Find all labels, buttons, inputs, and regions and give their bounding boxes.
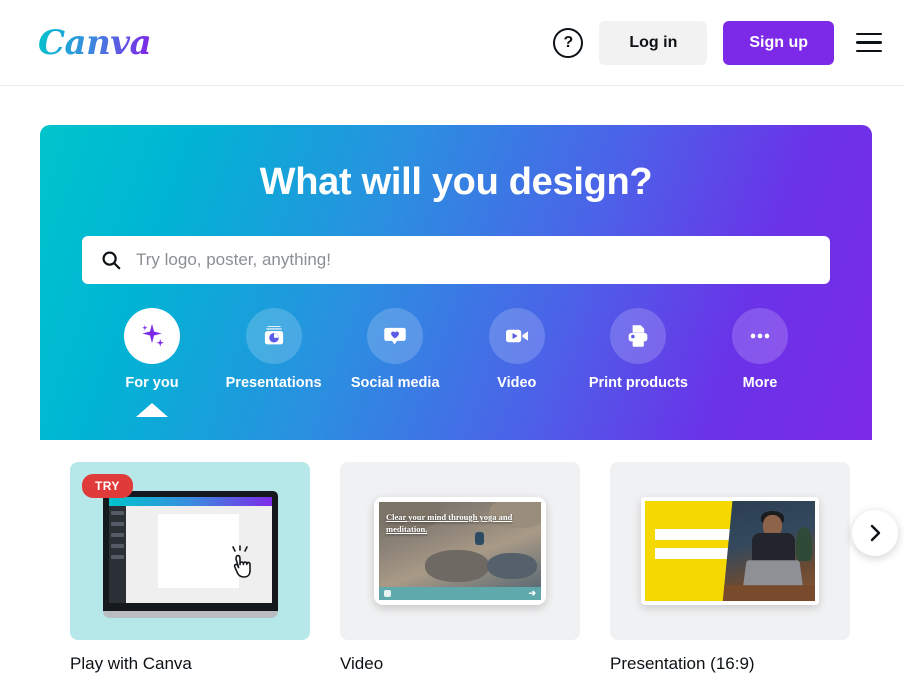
category-label: More [742, 375, 778, 391]
site-header: Canva ? Log in Sign up [0, 0, 904, 86]
chevron-right-icon [870, 524, 880, 542]
hero-banner: What will you design? For you [40, 125, 872, 440]
active-tab-pointer [136, 403, 168, 417]
search-icon [100, 249, 122, 271]
category-presentations[interactable]: Presentations [214, 308, 334, 391]
category-label: Video [497, 375, 537, 391]
login-button[interactable]: Log in [599, 20, 708, 65]
category-label: Print products [588, 375, 688, 391]
template-carousel: TRY Play with Canva Clear your mind thro… [0, 440, 904, 674]
ellipsis-icon [731, 308, 788, 364]
arrow-right-icon: ➜ [528, 588, 536, 598]
artwork-caption: Clear your mind through yoga and meditat… [386, 512, 513, 535]
category-for-you[interactable]: For you [92, 308, 212, 417]
try-badge: TRY [82, 474, 133, 498]
search-bar[interactable] [82, 236, 830, 284]
laptop-illustration [102, 490, 278, 618]
video-template-preview: Clear your mind through yoga and meditat… [374, 497, 546, 605]
help-icon[interactable]: ? [553, 27, 584, 58]
card-label: Video [340, 654, 384, 673]
canva-logo[interactable]: Canva [38, 23, 152, 63]
carousel-next-button[interactable] [852, 510, 898, 556]
category-label: Social media [350, 375, 440, 391]
card-thumbnail[interactable]: Clear your mind through yoga and meditat… [340, 462, 580, 640]
category-nav: For you Presentations Social media Video… [40, 308, 872, 417]
card-label: Play with Canva [70, 654, 192, 673]
video-camera-icon [488, 308, 545, 364]
presentation-template-preview [641, 497, 819, 605]
category-social-media[interactable]: Social media [335, 308, 455, 391]
search-input[interactable] [136, 250, 812, 270]
heart-chat-icon [367, 308, 424, 364]
template-card[interactable]: TRY Play with Canva [70, 462, 310, 674]
template-card[interactable]: Presentation (16:9) [610, 462, 850, 674]
hamburger-menu-icon[interactable] [856, 32, 882, 53]
category-video[interactable]: Video [457, 308, 577, 391]
signup-button[interactable]: Sign up [723, 20, 834, 65]
category-more[interactable]: More [700, 308, 820, 391]
category-label: For you [125, 375, 179, 391]
presentation-icon [245, 308, 302, 364]
sparkle-icon [124, 308, 180, 364]
brand-mark-icon [384, 590, 391, 597]
category-print-products[interactable]: Print products [578, 308, 698, 391]
card-thumbnail[interactable] [610, 462, 850, 640]
card-thumbnail[interactable]: TRY [70, 462, 310, 640]
card-label: Presentation (16:9) [610, 654, 755, 673]
hand-cursor-icon [231, 544, 251, 578]
header-actions: ? Log in Sign up [553, 20, 882, 65]
hero-title: What will you design? [259, 161, 653, 203]
printer-icon [610, 308, 667, 364]
category-label: Presentations [225, 375, 322, 391]
template-card[interactable]: Clear your mind through yoga and meditat… [340, 462, 580, 674]
